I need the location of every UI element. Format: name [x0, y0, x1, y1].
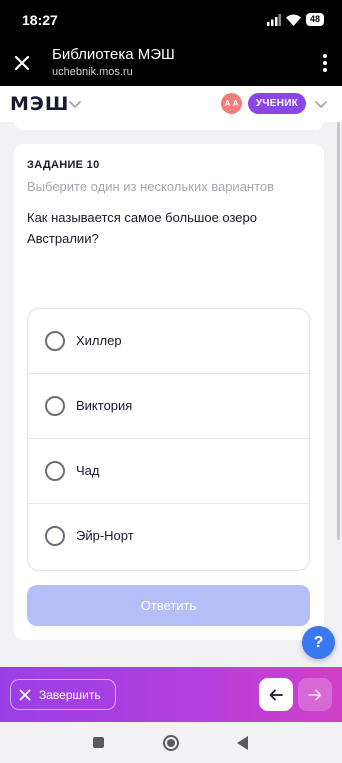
bottom-bar: Завершить — [0, 667, 342, 722]
logo[interactable]: МЭШ — [10, 93, 69, 115]
wifi-icon — [285, 14, 301, 26]
radio-button[interactable] — [45, 396, 65, 416]
chevron-down-icon[interactable] — [314, 97, 328, 111]
submit-button[interactable]: Ответить — [27, 585, 310, 626]
finish-label: Завершить — [39, 687, 101, 702]
task-card: ЗАДАНИЕ 10 Выберите один из нескольких в… — [14, 144, 324, 640]
browser-bar: Библиотека МЭШ uchebnik.mos.ru — [0, 40, 342, 86]
question-text: Как называется самое большое озеро Австр… — [27, 210, 257, 246]
option-label: Чад — [76, 463, 100, 478]
finish-button[interactable]: Завершить — [10, 679, 116, 710]
recent-apps-icon[interactable] — [93, 737, 104, 748]
next-task-button[interactable] — [298, 678, 332, 711]
option-label: Эйр-Норт — [76, 528, 134, 543]
status-icons: 48 — [266, 13, 324, 26]
answer-option[interactable]: Эйр-Норт — [28, 504, 309, 569]
back-icon[interactable] — [237, 736, 248, 750]
arrow-left-icon — [269, 689, 283, 700]
chevron-down-icon[interactable] — [68, 97, 82, 111]
arrow-right-icon — [308, 689, 322, 700]
signal-icon — [266, 13, 281, 26]
task-hint: Выберите один из нескольких вариантов — [27, 179, 275, 194]
option-label: Виктория — [76, 398, 133, 413]
status-time: 18:27 — [22, 12, 58, 28]
radio-button[interactable] — [45, 331, 65, 351]
avatar[interactable]: А А — [221, 93, 242, 114]
close-icon — [19, 689, 31, 700]
status-bar: 18:27 48 — [0, 0, 342, 40]
system-nav-bar — [0, 722, 342, 763]
answer-option[interactable]: Чад — [28, 439, 309, 504]
browser-url: uchebnik.mos.ru — [52, 66, 133, 78]
more-vertical-icon[interactable] — [322, 53, 328, 73]
content-area: ЗАДАНИЕ 10 Выберите один из нескольких в… — [0, 122, 342, 667]
option-label: Хиллер — [76, 333, 122, 348]
close-icon[interactable] — [12, 53, 32, 73]
previous-task-button[interactable] — [259, 678, 293, 711]
previous-card — [14, 122, 324, 130]
radio-button[interactable] — [45, 526, 65, 546]
role-badge[interactable]: УЧЕНИК — [248, 93, 306, 114]
task-number: ЗАДАНИЕ 10 — [27, 159, 100, 171]
radio-button[interactable] — [45, 461, 65, 481]
scrollbar[interactable] — [337, 122, 340, 540]
answer-option[interactable]: Виктория — [28, 374, 309, 439]
browser-title: Библиотека МЭШ — [52, 46, 175, 63]
answer-options: Хиллер Виктория Чад Эйр-Норт — [27, 308, 310, 571]
answer-option[interactable]: Хиллер — [28, 309, 309, 374]
app-header: МЭШ А А УЧЕНИК — [0, 86, 342, 122]
help-button[interactable]: ? — [302, 626, 335, 659]
battery-icon: 48 — [305, 13, 324, 26]
home-icon[interactable] — [163, 735, 179, 751]
